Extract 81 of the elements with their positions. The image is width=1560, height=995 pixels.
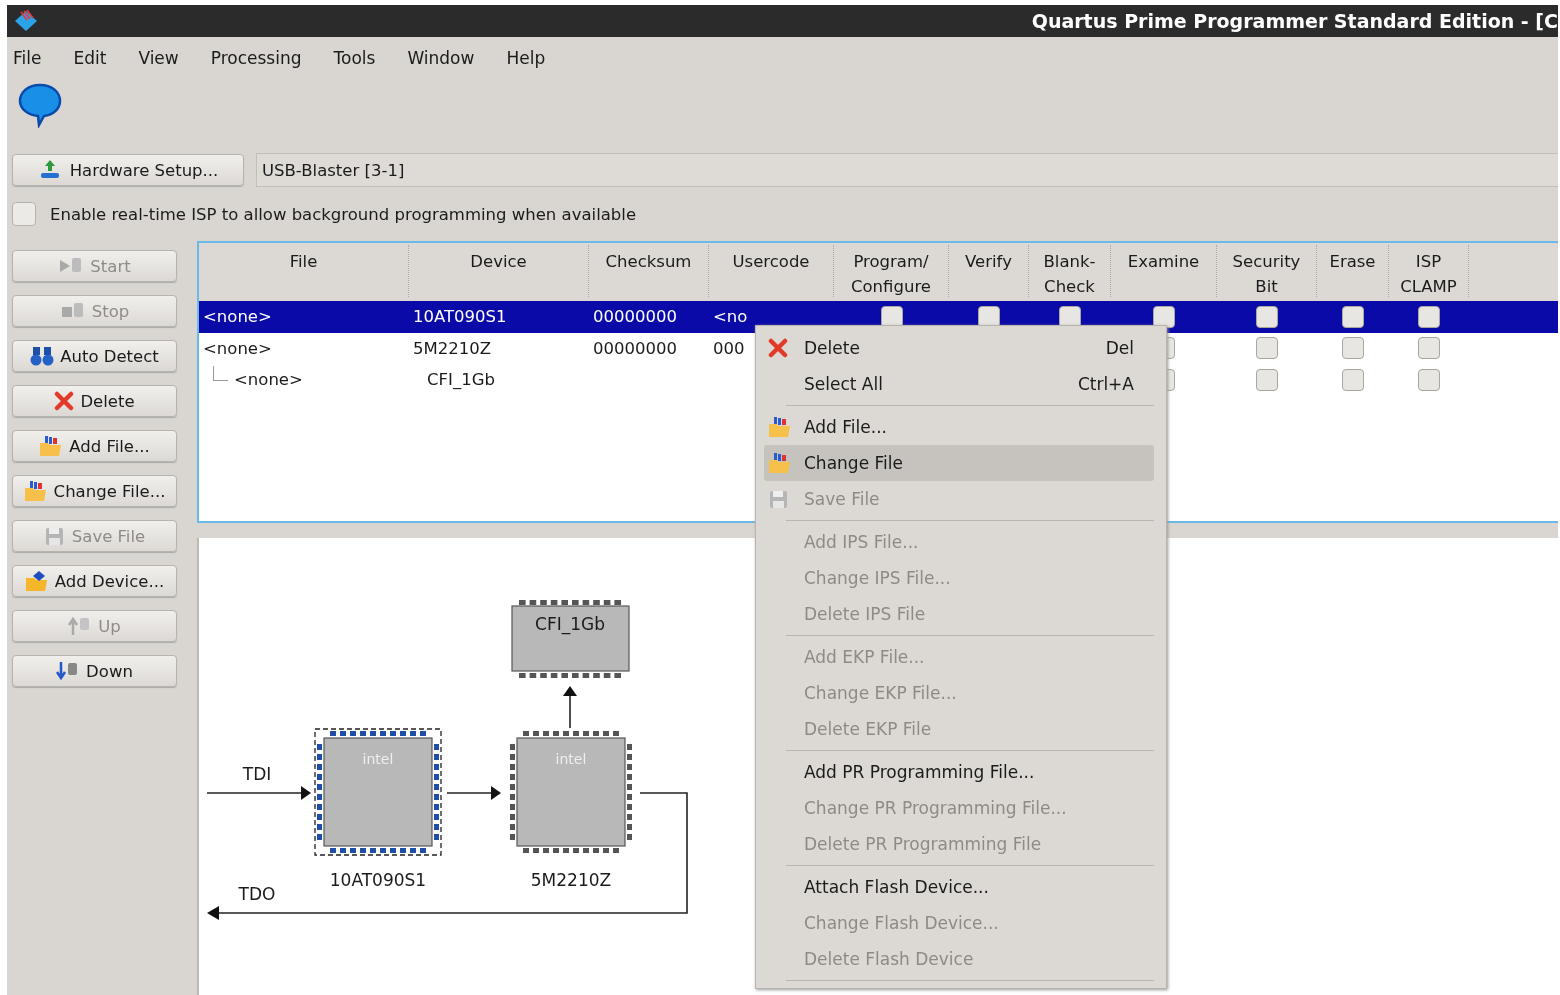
checkbox-label: Enable real-time ISP to allow background programming when available [50,204,637,224]
folder-icon [768,416,792,438]
cross-icon [768,338,788,358]
column-header[interactable]: Examine [1111,245,1217,297]
menu-item[interactable]: Delete Del [764,330,1154,366]
chip-label: CFI_1Gb [535,614,605,634]
menu[interactable]: Help [500,45,552,70]
checkbox[interactable] [1256,368,1278,391]
tree-connector [213,366,228,382]
app-logo-icon [13,9,39,33]
column-header[interactable]: Blank- Check [1029,245,1111,297]
table-cell: 00000000 [593,307,677,327]
checkbox[interactable] [1059,305,1081,328]
table-cell: <none> [203,338,272,358]
menu[interactable]: Window [401,45,481,70]
chip-label: 5M2210Z [530,870,612,890]
column-header[interactable]: Checksum [589,245,709,297]
side-button[interactable]: Delete [12,385,177,417]
checkbox[interactable] [1256,305,1278,328]
side-button[interactable]: Add File... [12,430,177,462]
table-cell: 5M2210Z [413,338,492,358]
signal-label: TDI [242,764,272,784]
side-button[interactable]: Down [12,655,177,687]
table-row[interactable]: <none> 10AT090S1 00000000 <no [199,301,1558,333]
side-button[interactable]: Change File... [12,475,177,507]
checkbox[interactable] [880,305,903,328]
table-cell: <no [713,307,748,327]
arrow [563,686,577,729]
column-header[interactable]: File [199,245,409,297]
table-cell: 10AT090S1 [413,307,507,327]
checkbox[interactable] [1256,337,1278,360]
checkbox[interactable] [1342,337,1364,360]
menu[interactable]: Processing [204,45,308,70]
hardware-setup-button[interactable]: Hardware Setup... [12,154,244,186]
checkbox[interactable] [1153,305,1175,328]
menu[interactable]: Edit [67,45,113,70]
column-header[interactable]: Device [409,245,589,297]
folder-icon [24,570,49,592]
table-cell: <none> [234,370,303,390]
menu-item[interactable]: Add PR Programming File... [764,754,1154,790]
menu-item[interactable]: Change File [764,445,1154,481]
menu-item[interactable]: Add File... [764,409,1154,445]
checkbox[interactable] [12,202,36,226]
chip-drawing[interactable] [314,728,442,856]
chip-drawing[interactable] [510,731,632,853]
floppy-icon [43,525,66,547]
column-header[interactable]: Verify [949,245,1029,297]
menu-item[interactable]: Attach Flash Device... [764,869,1154,905]
checkbox[interactable] [1342,368,1364,391]
menu[interactable]: View [132,45,185,70]
table-cell: CFI_1Gb [427,370,495,390]
signal-label: TDO [238,884,276,904]
table-cell: 000 [713,338,745,358]
menu[interactable]: Tools [327,45,382,70]
checkbox[interactable] [1418,368,1440,391]
binoculars-icon [30,345,55,367]
menu-item[interactable]: Select All Ctrl+A [764,366,1154,402]
table-cell: <none> [203,307,272,327]
checkbox[interactable] [1342,305,1364,328]
folder-icon [23,480,48,502]
hardware-field[interactable]: USB-Blaster [3-1] [256,153,1558,187]
checkbox[interactable] [1418,337,1440,360]
column-header[interactable]: Usercode [709,245,834,297]
window-title: Quartus Prime Programmer Standard Edition - [C [1031,10,1558,32]
menu[interactable]: File [7,45,48,70]
checkbox[interactable] [1418,305,1440,328]
floppy-icon [768,488,790,510]
flash-chip-drawing[interactable] [511,600,630,678]
chip-label: 10AT090S1 [329,870,427,890]
cross-icon [54,391,75,411]
column-header[interactable]: Program/ Configure [834,245,949,297]
folder-icon [768,452,792,474]
speech-bubble-icon[interactable] [17,82,63,128]
side-button[interactable]: Add Device... [12,565,177,597]
column-header[interactable]: ISP CLAMP [1389,245,1469,297]
checkbox[interactable] [978,305,1000,328]
column-header[interactable]: Erase [1317,245,1389,297]
table-cell: 00000000 [593,338,677,358]
side-button[interactable]: Auto Detect [12,340,177,372]
column-header[interactable]: Security Bit [1217,245,1317,297]
folder-icon [39,435,64,457]
